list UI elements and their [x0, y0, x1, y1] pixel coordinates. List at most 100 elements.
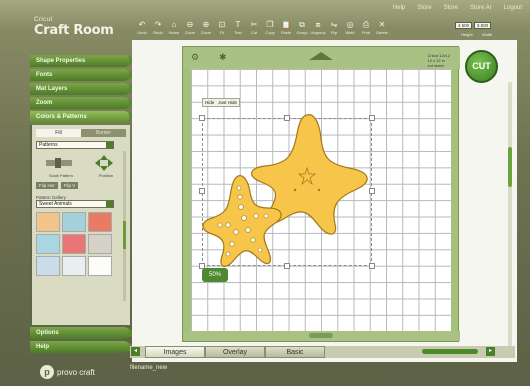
print-icon: ⎙	[362, 20, 370, 29]
pattern-control-labels: Scale Pattern Position	[36, 173, 126, 178]
height-label: Width	[482, 32, 493, 37]
mat-settings-icon[interactable]: ⚙	[191, 52, 199, 63]
pattern-swatch[interactable]	[36, 212, 60, 232]
mat-arrow-icon	[309, 52, 333, 60]
panel-scrollbar[interactable]	[123, 151, 126, 301]
toolbar-label: Cut	[250, 30, 258, 35]
mat-info: Cricut 12x12 12 x 12 in cut sheet	[428, 53, 450, 68]
pattern-swatch[interactable]	[62, 234, 86, 254]
top-link-store-2[interactable]: Store	[444, 5, 458, 11]
weld-icon: ◎	[346, 20, 354, 29]
toolbar-fit-button[interactable]: ⊡ Fit	[215, 20, 229, 38]
toolbar-print-button[interactable]: ⎙ Print	[359, 20, 373, 38]
colors-patterns-panel: Fill Border Patterns Scale Pattern Posit…	[30, 125, 130, 325]
hide-option[interactable]: Hide	[205, 100, 214, 105]
top-link-logout[interactable]: Logout	[504, 5, 522, 11]
company-logo: p provo craft	[40, 365, 95, 379]
pattern-swatch[interactable]	[88, 256, 112, 276]
scale-pattern-control[interactable]	[45, 155, 73, 171]
size-box: 4.500 3.500	[455, 22, 491, 29]
toolbar-label: Flip	[330, 30, 338, 35]
cut-tool-icon: ✂	[250, 20, 258, 29]
tab-images[interactable]: Images	[145, 346, 205, 358]
toolbar-label: Delete	[376, 30, 388, 35]
scale-pattern-label: Scale Pattern	[48, 173, 73, 178]
canvas-vertical-scrollbar[interactable]	[508, 82, 512, 350]
toolbar-ungroup-button[interactable]: ⧈ Ungroup	[310, 20, 325, 38]
toolbar-paste-button[interactable]: 📋 Paste	[279, 20, 293, 38]
toolbar-home-button[interactable]: ⌂ Home	[167, 20, 181, 38]
toolbar-label: Zoom	[200, 30, 212, 35]
fill-type-select[interactable]: Patterns	[36, 141, 114, 149]
mat-foot-handle[interactable]	[309, 333, 333, 338]
toolbar-copy-button[interactable]: ❐ Copy	[263, 20, 277, 38]
cut-button[interactable]: CUT	[465, 50, 498, 83]
top-link-help[interactable]: Help	[393, 5, 405, 11]
pattern-controls	[36, 155, 126, 171]
undo-icon: ↶	[138, 20, 146, 29]
toolbar-undo-button[interactable]: ↶ Undo	[135, 20, 149, 38]
sidebar-item-fonts[interactable]: Fonts	[30, 69, 135, 81]
panel-scroll-thumb[interactable]	[123, 221, 126, 249]
group-icon: ⧉	[299, 20, 305, 29]
shape-context-panel: Hide Just Hide	[202, 98, 241, 107]
top-link-store-ar[interactable]: Store Ar	[470, 5, 492, 11]
pattern-swatch[interactable]	[62, 256, 86, 276]
sidebar-item-options[interactable]: Options	[30, 327, 135, 339]
flip-icon: ⇋	[330, 20, 338, 29]
resize-handle-tl[interactable]	[199, 115, 205, 121]
canvas-area: ⚙ ✱ Cricut 12x12 12 x 12 in cut sheet Hi…	[132, 40, 517, 362]
resize-handle-br[interactable]	[369, 263, 375, 269]
sidebar-item-help[interactable]: Help	[30, 341, 135, 353]
sidebar-item-colors-patterns[interactable]: Colors & Patterns	[30, 111, 135, 123]
small-starfish-shape[interactable]	[198, 172, 294, 272]
height-input[interactable]: 3.500	[474, 22, 491, 29]
flip-horizontal-button[interactable]: Flip Hor	[36, 182, 58, 189]
toolbar-weld-button[interactable]: ◎ Weld	[343, 20, 357, 38]
horizontal-scroll-thumb[interactable]	[422, 349, 478, 354]
toolbar-zoom-in-button[interactable]: ⊕ Zoom	[199, 20, 213, 38]
tab-overlay[interactable]: Overlay	[205, 346, 265, 358]
toolbar-cut-tool-button[interactable]: ✂ Cut	[247, 20, 261, 38]
canvas-scroll-thumb[interactable]	[508, 147, 512, 187]
zoom-badge[interactable]: 50%	[202, 268, 228, 282]
toolbar-zoom-out-button[interactable]: ⊖ Zoom	[183, 20, 197, 38]
tab-fill[interactable]: Fill	[36, 129, 81, 137]
scale-slider-icon	[45, 158, 72, 168]
toolbar-label: Undo	[137, 30, 147, 35]
toolbar-text-button[interactable]: T Text	[231, 20, 245, 38]
ungroup-icon: ⧈	[315, 20, 321, 29]
sidebar-item-zoom[interactable]: Zoom	[30, 97, 135, 109]
toolbar-flip-button[interactable]: ⇋ Flip	[327, 20, 341, 38]
top-links: Help Store Store Store Ar Logout	[393, 5, 522, 11]
pattern-swatch[interactable]	[36, 234, 60, 254]
toolbar-label: Home	[168, 30, 180, 35]
toolbar-label: Zoom	[184, 30, 196, 35]
top-link-store[interactable]: Store	[417, 5, 431, 11]
mat-load-icon[interactable]: ✱	[219, 52, 227, 63]
toolbar-delete-button[interactable]: ✕ Delete	[375, 20, 389, 38]
bottom-right-arrow-icon[interactable]: ▸	[486, 347, 495, 356]
pattern-swatch[interactable]	[88, 234, 112, 254]
bottom-left-arrow-icon[interactable]: ◂	[131, 347, 140, 356]
sidebar-item-shape-properties[interactable]: Shape Properties	[30, 55, 135, 67]
left-panel: Shape Properties Fonts Mat Layers Zoom C…	[30, 55, 135, 355]
toolbar-group-button[interactable]: ⧉ Group	[295, 20, 309, 38]
project-filename[interactable]: filename_new	[130, 365, 167, 371]
paste-icon: 📋	[281, 20, 291, 29]
toolbar-label: Redo	[153, 30, 163, 35]
pattern-swatch[interactable]	[88, 212, 112, 232]
position-label: Position	[98, 173, 114, 178]
just-hide-option[interactable]: Just Hide	[218, 100, 237, 105]
toolbar-redo-button[interactable]: ↷ Redo	[151, 20, 165, 38]
flip-row: Flip Hor Flip V	[36, 182, 126, 189]
pattern-gallery-select[interactable]: Sweet Animals	[36, 200, 114, 208]
sidebar-item-mat-layers[interactable]: Mat Layers	[30, 83, 135, 95]
pattern-swatch[interactable]	[36, 256, 60, 276]
tab-basic[interactable]: Basic	[265, 346, 325, 358]
width-input[interactable]: 4.500	[455, 22, 472, 29]
flip-vertical-button[interactable]: Flip V	[60, 182, 79, 189]
pattern-swatch[interactable]	[62, 212, 86, 232]
position-control[interactable]	[90, 155, 118, 171]
tab-border[interactable]: Border	[81, 129, 126, 137]
